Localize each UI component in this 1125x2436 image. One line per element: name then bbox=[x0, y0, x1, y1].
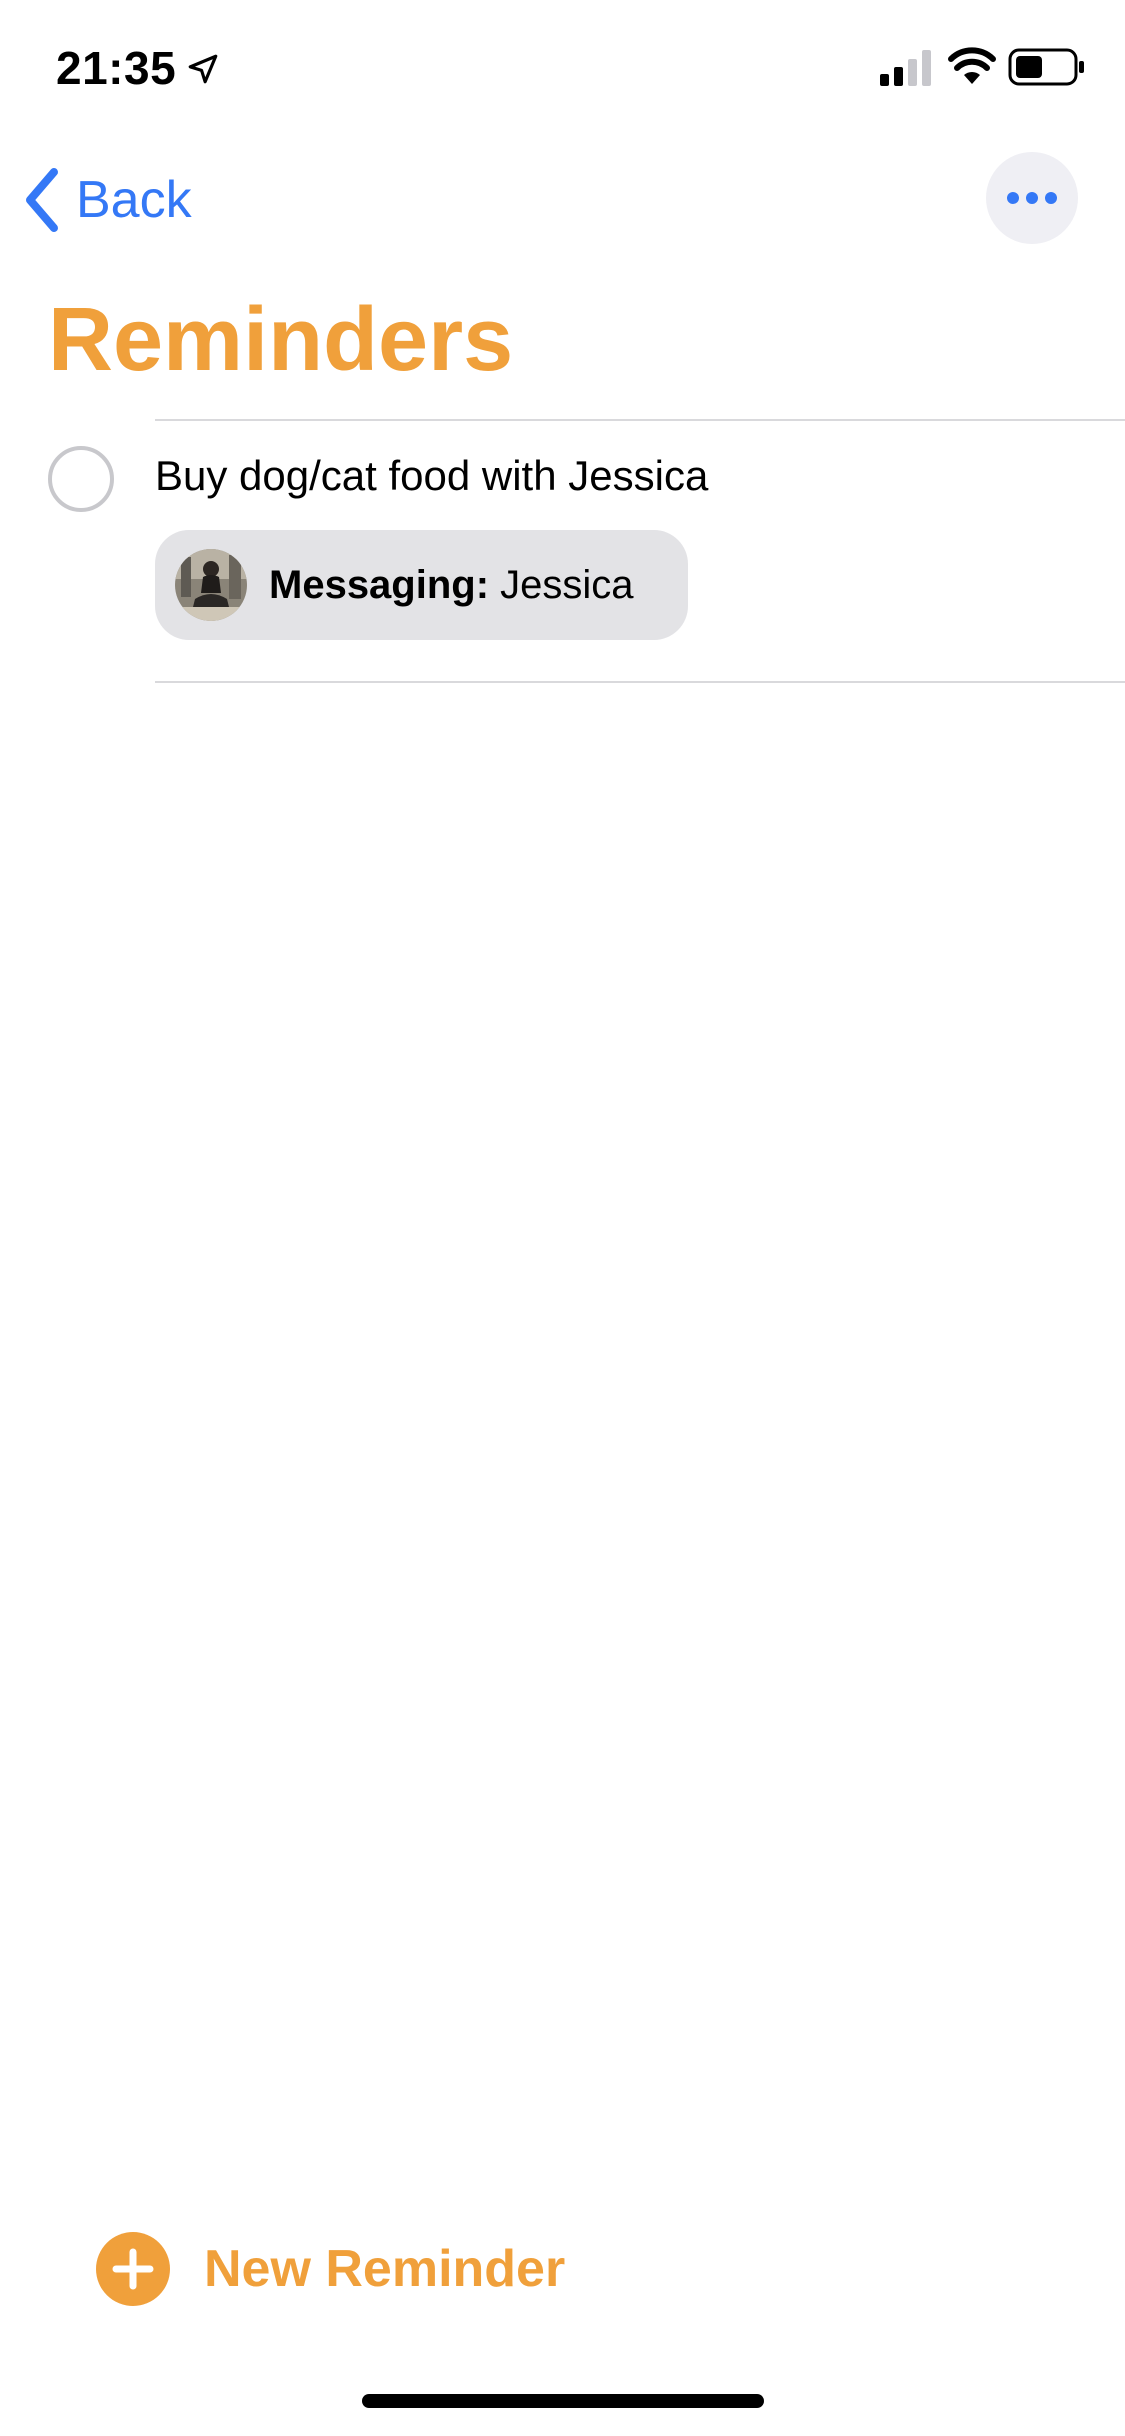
location-arrow-icon bbox=[188, 54, 218, 84]
chip-contact-name: Jessica bbox=[500, 563, 634, 607]
cellular-signal-icon bbox=[880, 50, 931, 86]
chip-text: Messaging: Jessica bbox=[269, 560, 634, 610]
divider bbox=[155, 681, 1125, 683]
wifi-icon bbox=[948, 47, 996, 84]
reminder-title[interactable]: Buy dog/cat food with Jessica bbox=[155, 450, 708, 502]
new-reminder-button[interactable]: New Reminder bbox=[96, 2232, 565, 2306]
divider bbox=[155, 419, 1125, 421]
messaging-contact-chip[interactable]: Messaging: Jessica bbox=[155, 530, 688, 640]
battery-icon bbox=[1008, 48, 1084, 86]
home-indicator[interactable] bbox=[362, 2394, 764, 2408]
reminder-checkbox[interactable] bbox=[48, 446, 114, 512]
chip-label: Messaging: bbox=[269, 563, 490, 607]
ellipsis-icon bbox=[1007, 192, 1057, 204]
page-title: Reminders bbox=[48, 290, 514, 390]
new-reminder-label: New Reminder bbox=[204, 2240, 566, 2298]
chevron-left-icon bbox=[26, 168, 58, 232]
contact-avatar bbox=[175, 549, 247, 621]
plus-circle-icon bbox=[96, 2232, 170, 2306]
back-label: Back bbox=[76, 171, 192, 229]
status-time: 21:35 bbox=[56, 42, 177, 94]
more-options-button[interactable] bbox=[986, 152, 1078, 244]
back-button[interactable]: Back bbox=[22, 162, 192, 238]
